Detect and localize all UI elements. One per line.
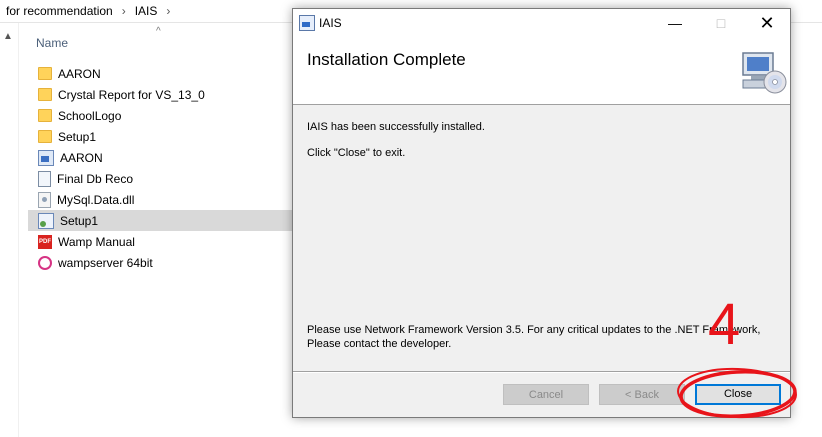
cancel-button: Cancel xyxy=(503,384,589,405)
list-item[interactable]: Setup1 xyxy=(28,126,294,147)
folder-icon xyxy=(38,88,52,101)
breadcrumb-segment[interactable]: IAIS xyxy=(135,4,158,18)
maximize-button: □ xyxy=(716,15,726,31)
pdf-icon: PDF xyxy=(38,234,52,249)
folder-icon xyxy=(38,67,52,80)
list-item[interactable]: Final Db Reco xyxy=(28,168,294,189)
scroll-up-icon[interactable]: ▲ xyxy=(3,31,13,42)
list-item[interactable]: MySql.Data.dll xyxy=(28,189,294,210)
status-message: IAIS has been successfully installed. xyxy=(307,121,485,133)
chevron-right-icon[interactable]: › xyxy=(157,4,179,18)
file-name: AARON xyxy=(60,150,103,165)
list-item[interactable]: Crystal Report for VS_13_0 xyxy=(28,84,294,105)
file-name: wampserver 64bit xyxy=(58,255,153,270)
file-name: SchoolLogo xyxy=(58,108,122,123)
list-item[interactable]: wampserver 64bit xyxy=(28,252,294,273)
file-name: AARON xyxy=(58,66,101,81)
highlight-ellipse-annotation xyxy=(677,367,797,419)
dialog-title: IAIS xyxy=(319,16,342,30)
installer-app-icon xyxy=(299,15,315,31)
file-name: Final Db Reco xyxy=(57,171,134,186)
step-number-annotation: 4 xyxy=(708,292,741,357)
dll-icon xyxy=(38,191,51,208)
application-icon xyxy=(38,149,54,166)
file-name: Setup1 xyxy=(58,129,97,144)
file-name: Wamp Manual xyxy=(58,234,135,249)
folder-icon xyxy=(38,130,52,143)
list-item[interactable]: PDF Wamp Manual xyxy=(28,231,294,252)
close-window-button[interactable]: ✕ xyxy=(744,9,790,37)
list-item-selected[interactable]: Setup1 xyxy=(28,210,294,231)
chevron-right-icon[interactable]: › xyxy=(113,4,135,18)
wamp-icon xyxy=(38,255,52,270)
file-list: AARON Crystal Report for VS_13_0 SchoolL… xyxy=(28,63,294,273)
navigation-pane-edge: ▲ xyxy=(0,23,19,437)
dialog-banner: Installation Complete xyxy=(293,37,790,105)
list-item[interactable]: SchoolLogo xyxy=(28,105,294,126)
computer-cd-icon xyxy=(742,52,787,94)
column-header-name[interactable]: Name xyxy=(36,36,68,50)
sort-ascending-icon: ^ xyxy=(156,26,161,37)
file-name: Crystal Report for VS_13_0 xyxy=(58,87,205,102)
file-name: MySql.Data.dll xyxy=(57,192,135,207)
folder-icon xyxy=(38,109,52,122)
page-title: Installation Complete xyxy=(307,50,466,69)
list-item[interactable]: AARON xyxy=(28,63,294,84)
list-item[interactable]: AARON xyxy=(28,147,294,168)
setup-icon xyxy=(38,212,54,229)
back-button: < Back xyxy=(599,384,685,405)
document-icon xyxy=(38,170,51,187)
breadcrumb-segment[interactable]: for recommendation xyxy=(0,4,113,18)
file-name: Setup1 xyxy=(60,213,99,228)
exit-instruction: Click "Close" to exit. xyxy=(307,147,406,159)
minimize-button[interactable]: — xyxy=(652,9,698,37)
dialog-titlebar[interactable]: IAIS — □ ✕ xyxy=(293,9,790,37)
